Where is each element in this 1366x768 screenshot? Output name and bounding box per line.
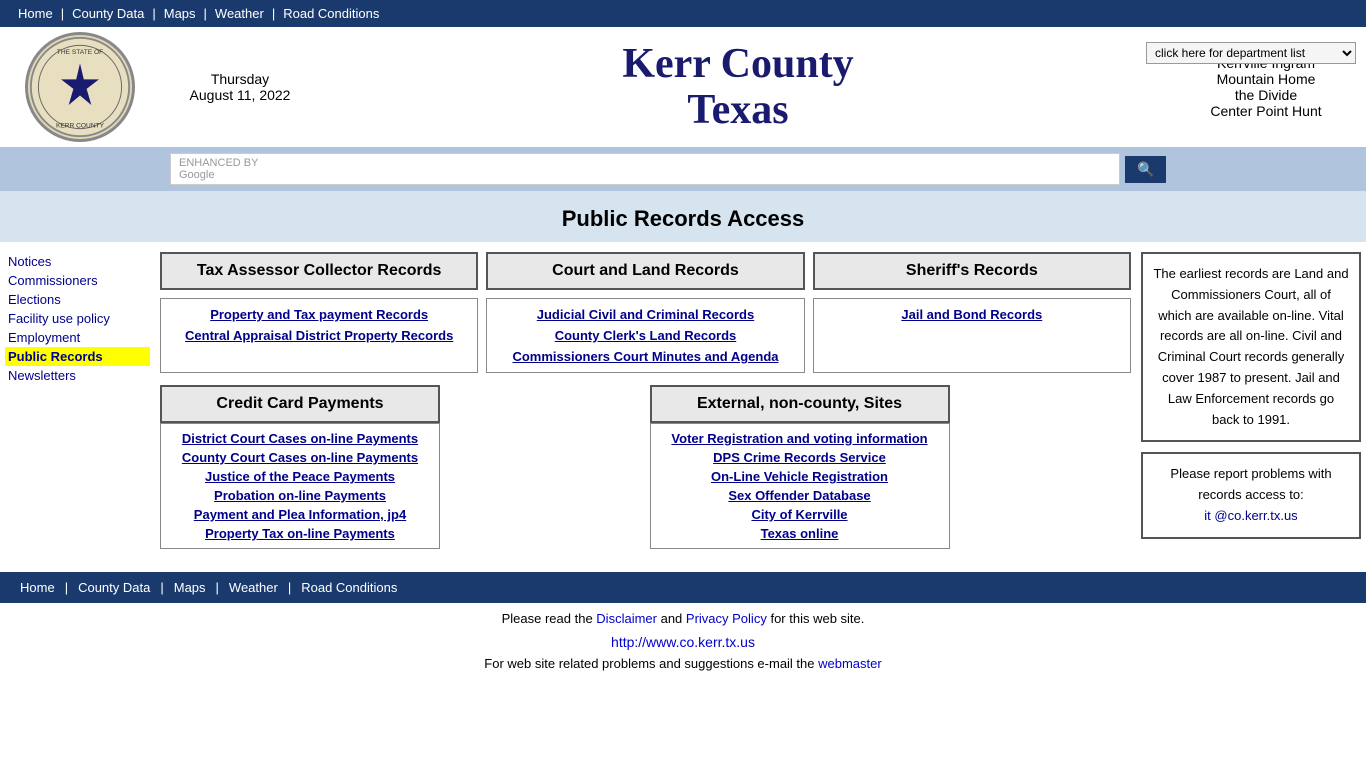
records-info-text: The earliest records are Land and Commis… <box>1153 266 1348 427</box>
footer-nav-road-conditions[interactable]: Road Conditions <box>291 578 407 597</box>
probation-payment-link[interactable]: Probation on-line Payments <box>166 486 434 505</box>
kerrville-link[interactable]: City of Kerrville <box>656 505 944 524</box>
footer-nav-weather[interactable]: Weather <box>219 578 288 597</box>
footer-bottom: Please read the Disclaimer and Privacy P… <box>0 603 1366 631</box>
date-line2: August 11, 2022 <box>170 87 310 103</box>
vehicle-registration-link[interactable]: On-Line Vehicle Registration <box>656 467 944 486</box>
payment-plea-link[interactable]: Payment and Plea Information, jp4 <box>166 505 434 524</box>
privacy-link[interactable]: Privacy Policy <box>686 611 767 626</box>
sidebar-item-newsletters[interactable]: Newsletters <box>5 366 150 385</box>
court-links-box: Judicial Civil and Criminal Records Coun… <box>486 298 804 373</box>
footer-nav-maps[interactable]: Maps <box>164 578 216 597</box>
county-seal: THE STATE OF KERR COUNTY <box>25 32 135 142</box>
nav-maps[interactable]: Maps <box>156 4 204 23</box>
dps-crime-link[interactable]: DPS Crime Records Service <box>656 448 944 467</box>
external-links-box: Voter Registration and voting informatio… <box>650 423 950 549</box>
central-appraisal-link[interactable]: Central Appraisal District Property Reco… <box>166 325 472 346</box>
payment-links-box: District Court Cases on-line Payments Co… <box>160 423 440 549</box>
date-line1: Thursday <box>170 71 310 87</box>
header: THE STATE OF KERR COUNTY Thursday August… <box>0 27 1366 147</box>
dept-dropdown-area: click here for department list <box>1146 42 1356 64</box>
county-court-payment-link[interactable]: County Court Cases on-line Payments <box>166 448 434 467</box>
external-sites-header[interactable]: External, non-county, Sites <box>650 385 950 423</box>
footer-email: For web site related problems and sugges… <box>0 653 1366 674</box>
footer-url: http://www.co.kerr.tx.us <box>0 631 1366 653</box>
jail-bond-link[interactable]: Jail and Bond Records <box>819 304 1125 325</box>
sheriff-header[interactable]: Sheriff's Records <box>813 252 1131 290</box>
logo-area: THE STATE OF KERR COUNTY <box>0 27 160 147</box>
commissioners-court-link[interactable]: Commissioners Court Minutes and Agenda <box>492 346 798 367</box>
sex-offender-link[interactable]: Sex Offender Database <box>656 486 944 505</box>
payment-external-row: Credit Card Payments District Court Case… <box>160 385 1131 549</box>
section-headers: Tax Assessor Collector Records Court and… <box>160 252 1131 290</box>
svg-text:KERR COUNTY: KERR COUNTY <box>56 123 105 130</box>
svg-text:THE STATE OF: THE STATE OF <box>57 49 103 56</box>
footer-nav-home[interactable]: Home <box>10 578 65 597</box>
nav-county-data[interactable]: County Data <box>64 4 152 23</box>
nav-home[interactable]: Home <box>10 4 61 23</box>
records-info-box: The earliest records are Land and Commis… <box>1141 252 1361 442</box>
sidebar-item-notices[interactable]: Notices <box>5 252 150 271</box>
property-tax-online-link[interactable]: Property Tax on-line Payments <box>166 524 434 543</box>
main-layout: Notices Commissioners Elections Facility… <box>0 247 1366 562</box>
sidebar: Notices Commissioners Elections Facility… <box>0 247 155 562</box>
voter-registration-link[interactable]: Voter Registration and voting informatio… <box>656 429 944 448</box>
search-input[interactable] <box>288 162 1111 177</box>
top-navigation: Home | County Data | Maps | Weather | Ro… <box>0 0 1366 27</box>
sub-sections: Property and Tax payment Records Central… <box>160 298 1131 373</box>
enhanced-by-label: ENHANCED BY Google <box>179 157 283 181</box>
payment-col: Credit Card Payments District Court Case… <box>160 385 642 549</box>
credit-card-header[interactable]: Credit Card Payments <box>160 385 440 423</box>
nav-weather[interactable]: Weather <box>207 4 272 23</box>
search-button[interactable]: 🔍 <box>1125 156 1166 183</box>
dept-dropdown[interactable]: click here for department list <box>1146 42 1356 64</box>
nav-road-conditions[interactable]: Road Conditions <box>275 4 387 23</box>
county-url-link[interactable]: http://www.co.kerr.tx.us <box>611 634 755 650</box>
report-email-link[interactable]: it @co.kerr.tx.us <box>1204 508 1297 523</box>
sidebar-item-facility[interactable]: Facility use policy <box>5 309 150 328</box>
for-text: for this web site. <box>770 611 864 626</box>
report-line2: records access to: <box>1153 485 1349 506</box>
external-col: External, non-county, Sites Voter Regist… <box>650 385 1132 549</box>
sidebar-item-employment[interactable]: Employment <box>5 328 150 347</box>
search-wrapper: ENHANCED BY Google <box>170 153 1120 185</box>
justice-peace-payment-link[interactable]: Justice of the Peace Payments <box>166 467 434 486</box>
report-line1: Please report problems with <box>1153 464 1349 485</box>
sidebar-item-commissioners[interactable]: Commissioners <box>5 271 150 290</box>
right-column: The earliest records are Land and Commis… <box>1136 247 1366 562</box>
sidebar-item-public-records[interactable]: Public Records <box>5 347 150 366</box>
tax-links-box: Property and Tax payment Records Central… <box>160 298 478 373</box>
report-problems-box: Please report problems with records acce… <box>1141 452 1361 538</box>
district-court-payment-link[interactable]: District Court Cases on-line Payments <box>166 429 434 448</box>
sidebar-item-elections[interactable]: Elections <box>5 290 150 309</box>
county-name: Kerr County Texas <box>310 41 1166 133</box>
footer-nav-county-data[interactable]: County Data <box>68 578 160 597</box>
tax-assessor-header[interactable]: Tax Assessor Collector Records <box>160 252 478 290</box>
disclaimer-prefix: Please read the <box>502 611 597 626</box>
judicial-civil-link[interactable]: Judicial Civil and Criminal Records <box>492 304 798 325</box>
search-bar: ENHANCED BY Google 🔍 <box>0 147 1366 191</box>
webmaster-link[interactable]: webmaster <box>818 656 882 671</box>
and-text: and <box>661 611 686 626</box>
footer-navigation: Home | County Data | Maps | Weather | Ro… <box>0 572 1366 603</box>
middle-content: Tax Assessor Collector Records Court and… <box>155 247 1136 562</box>
court-land-header[interactable]: Court and Land Records <box>486 252 804 290</box>
county-clerk-link[interactable]: County Clerk's Land Records <box>492 325 798 346</box>
disclaimer-link[interactable]: Disclaimer <box>596 611 657 626</box>
page-title: Public Records Access <box>0 191 1366 242</box>
sheriff-links-box: Jail and Bond Records <box>813 298 1131 373</box>
date-area: Thursday August 11, 2022 <box>170 71 310 103</box>
webmaster-prefix: For web site related problems and sugges… <box>484 656 818 671</box>
property-tax-link[interactable]: Property and Tax payment Records <box>166 304 472 325</box>
texas-online-link[interactable]: Texas online <box>656 524 944 543</box>
county-title: Kerr County Texas <box>310 31 1166 143</box>
